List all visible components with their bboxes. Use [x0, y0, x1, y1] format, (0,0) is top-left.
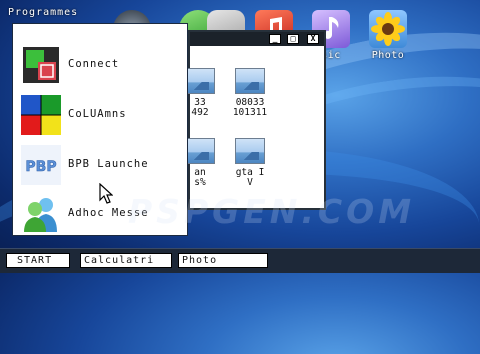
menu-item-label: Connect — [68, 58, 120, 70]
watermark: PSPGEN.COM — [128, 192, 416, 231]
menu-item-connect[interactable]: Connect — [13, 41, 189, 87]
menu-item-label: BPB Launche — [68, 158, 149, 170]
desktop-icon-photo[interactable]: Photo — [366, 10, 410, 61]
image-file-icon — [235, 68, 265, 94]
programmes-header: Programmes — [8, 7, 79, 18]
file-item[interactable]: 08033 101311 — [220, 68, 280, 118]
columns-game-icon — [21, 95, 61, 135]
task-calculator[interactable]: Calculatri — [80, 253, 172, 268]
svg-text:PBP: PBP — [25, 159, 56, 175]
menu-item-label: CoLUAmns — [68, 108, 127, 120]
taskbar: START Calculatri Photo — [0, 248, 480, 273]
connect-icon — [21, 45, 61, 85]
file-item[interactable]: gta I V — [220, 138, 280, 188]
messenger-icon — [21, 194, 61, 234]
file-name: 101311 — [232, 107, 268, 118]
pbp-launcher-icon: PBP — [21, 145, 61, 185]
close-button[interactable]: X — [307, 34, 319, 44]
file-window[interactable]: _ □ X 33 492 08033 101311 an s% gta I V — [185, 30, 326, 210]
sunflower-icon — [369, 10, 407, 48]
image-file-icon — [185, 138, 215, 164]
window-titlebar[interactable]: _ □ X — [190, 32, 324, 46]
image-file-icon — [185, 68, 215, 94]
file-name: V — [247, 177, 253, 188]
desktop-icon-label: Photo — [371, 50, 405, 61]
menu-item-pbp-launcher[interactable]: PBP BPB Launche — [13, 141, 189, 187]
minimize-button[interactable]: _ — [269, 34, 281, 44]
menu-item-columns[interactable]: CoLUAmns — [13, 91, 189, 137]
maximize-button[interactable]: □ — [287, 34, 299, 44]
task-photo[interactable]: Photo — [178, 253, 268, 268]
mouse-cursor-icon — [99, 183, 113, 204]
start-button[interactable]: START — [6, 253, 70, 268]
image-file-icon — [235, 138, 265, 164]
